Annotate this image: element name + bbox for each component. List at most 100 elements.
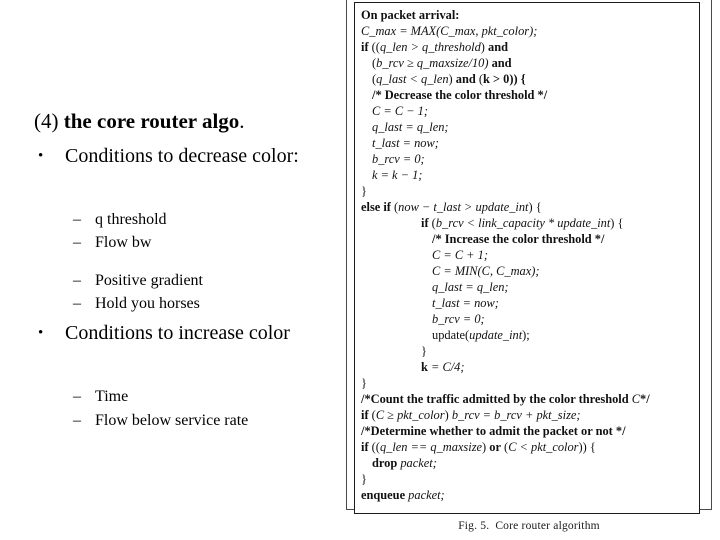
list-item: • Conditions to increase color xyxy=(38,321,328,346)
list-item-label: Time xyxy=(95,388,129,405)
code-listing: On packet arrival: C_max = MAX(C_max, pk… xyxy=(361,7,697,503)
bullet-marker-icon: • xyxy=(38,148,44,164)
code-line: if (C ≥ pkt_color) b_rcv = b_rcv + pkt_s… xyxy=(361,407,697,423)
code-token: q_last xyxy=(372,120,403,134)
code-token: = xyxy=(479,408,495,422)
code-token: b_rcv xyxy=(451,408,480,422)
code-line: On packet arrival: xyxy=(361,7,697,23)
bullet-marker-icon: • xyxy=(38,325,44,341)
code-token: packet xyxy=(397,456,433,470)
code-token: k xyxy=(482,72,490,86)
figure-caption-text: Core router algorithm xyxy=(495,520,600,532)
code-token: t_last xyxy=(372,136,400,150)
code-token: (( xyxy=(368,440,380,454)
code-token: (( xyxy=(368,40,380,54)
page-title: (4) the core router algo. xyxy=(34,108,245,134)
code-token: ; xyxy=(434,136,439,150)
code-comment: /*Determine whether to admit the packet … xyxy=(361,424,626,438)
list-item: – Flow bw xyxy=(73,231,323,254)
code-token: ; xyxy=(440,488,445,502)
code-token: } xyxy=(421,344,427,358)
code-comment: /* Decrease the color threshold */ xyxy=(372,88,548,102)
code-token: C_max xyxy=(440,24,476,38)
dash-marker-icon: – xyxy=(73,295,81,312)
code-token: q_last xyxy=(432,280,463,294)
code-token: ) xyxy=(448,72,456,86)
code-token: pkt_color xyxy=(397,408,445,422)
code-token: )) { xyxy=(578,440,596,454)
code-token: update( xyxy=(432,328,470,342)
code-token: q_maxsize xyxy=(416,56,469,70)
code-line: enqueue packet; xyxy=(361,487,697,503)
code-token: ) { xyxy=(528,200,542,214)
code-line: } xyxy=(361,343,697,359)
code-line: /*Determine whether to admit the packet … xyxy=(361,423,697,439)
code-line: (b_rcv ≥ q_maxsize/10) and xyxy=(361,55,697,71)
code-line: C = C − 1; xyxy=(361,103,697,119)
code-token: pkt_color xyxy=(531,440,579,454)
code-token: ); xyxy=(531,264,540,278)
code-line: /*Count the traffic admitted by the colo… xyxy=(361,391,697,407)
code-token: q_len xyxy=(379,40,408,54)
page-title-emphasis: the core router algo xyxy=(63,109,240,133)
list-item-label: Conditions to increase color xyxy=(65,322,290,344)
code-token: ); xyxy=(529,24,538,38)
code-token: now xyxy=(414,136,435,150)
code-comment: */ xyxy=(640,392,650,406)
figure-caption-number: Fig. 5. xyxy=(458,520,490,532)
code-token: b_rcv xyxy=(432,312,460,326)
code-line: b_rcv = 0; xyxy=(361,151,697,167)
list-item-label: Flow below service rate xyxy=(95,412,249,429)
dash-marker-icon: – xyxy=(73,412,81,429)
list-item: – Positive gradient xyxy=(73,269,323,292)
code-token: q_threshold xyxy=(422,40,481,54)
code-line: C_max = MAX(C_max, pkt_color); xyxy=(361,23,697,39)
code-token: * xyxy=(544,216,558,230)
code-token: < xyxy=(516,440,532,454)
code-line: k = C/4; xyxy=(361,359,697,375)
code-line: update(update_int); xyxy=(361,327,697,343)
dash-marker-icon: – xyxy=(73,211,81,228)
list-item-label: q threshold xyxy=(95,211,167,228)
code-line: /* Increase the color threshold */ xyxy=(361,231,697,247)
code-token: = C/4; xyxy=(427,360,465,374)
code-line: else if (now − t_last > update_int) { xyxy=(361,199,697,215)
code-line: if ((q_len == q_maxsize) or (C < pkt_col… xyxy=(361,439,697,455)
code-line: t_last = now; xyxy=(361,135,697,151)
page-title-number: (4) xyxy=(34,109,59,133)
code-token: link_capacity xyxy=(478,216,545,230)
code-line: k = k − 1; xyxy=(361,167,697,183)
code-token: On packet arrival: xyxy=(361,8,460,22)
code-token: = xyxy=(462,280,477,294)
code-line: } xyxy=(361,471,697,487)
code-token: < xyxy=(406,72,421,86)
code-token: C xyxy=(631,392,641,406)
code-token: = xyxy=(402,120,417,134)
code-token: C_max xyxy=(496,264,532,278)
code-token: if xyxy=(361,440,369,454)
code-token: q_len xyxy=(421,72,449,86)
list-item-label: Hold you horses xyxy=(95,295,200,312)
code-line: (q_last < q_len) and (k > 0)) { xyxy=(361,71,697,87)
code-token: /10) xyxy=(468,56,492,70)
code-token: b_rcv xyxy=(494,408,522,422)
code-token: + xyxy=(521,408,537,422)
code-token: (C, xyxy=(477,264,497,278)
list-item-label: Flow bw xyxy=(95,234,152,251)
code-token: if xyxy=(361,408,369,422)
code-token: q_len xyxy=(416,120,445,134)
code-token: t_last xyxy=(432,296,460,310)
code-line: drop packet; xyxy=(361,455,697,471)
code-token: pkt_color xyxy=(481,24,530,38)
code-comment: /* Increase the color threshold */ xyxy=(432,232,605,246)
code-comment: /*Count the traffic admitted by the colo… xyxy=(361,392,632,406)
code-token: C_max xyxy=(361,24,397,38)
code-line: q_last = q_len; xyxy=(361,279,697,295)
code-token: ( xyxy=(475,72,483,86)
code-token: and xyxy=(455,72,476,86)
code-token: ) xyxy=(444,408,452,422)
code-token: C = xyxy=(432,264,455,278)
page-title-trailing: . xyxy=(239,109,245,133)
code-token: and xyxy=(488,40,508,54)
figure-core-router-algorithm: On packet arrival: C_max = MAX(C_max, pk… xyxy=(346,0,714,540)
